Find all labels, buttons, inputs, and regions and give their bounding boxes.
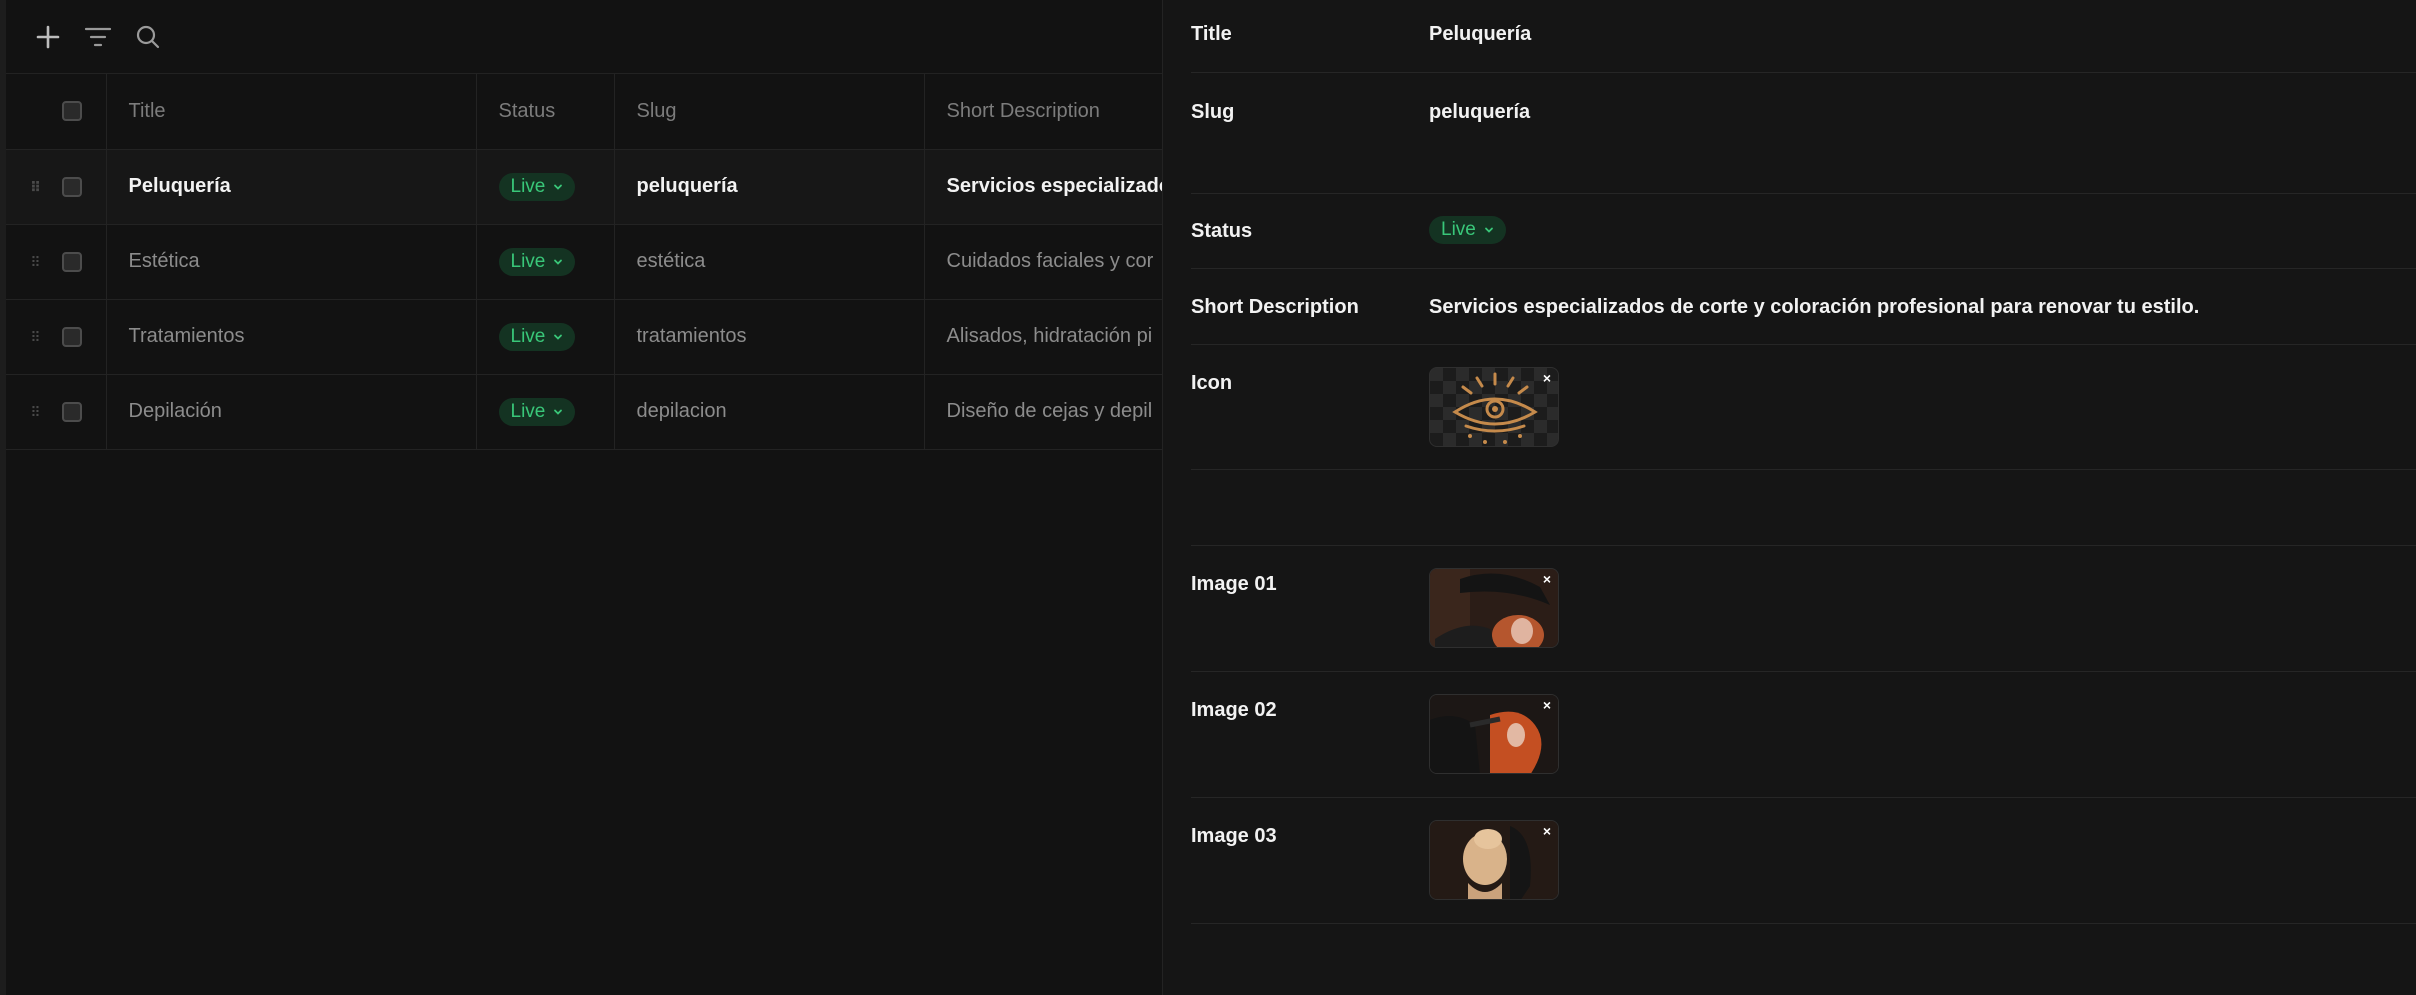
status-badge-label: Live [1441,219,1476,240]
list-toolbar [6,0,1162,73]
icon-label: Icon [1191,372,1233,394]
field-divider [1191,268,2416,269]
status-badge-label: Live [510,250,546,272]
search-icon [136,25,160,48]
row-controls: ⠿ [6,299,107,375]
table-row[interactable]: ⠿ Tratamientos Live tratamientos Alisado… [6,299,1162,375]
field-divider [1191,923,2416,924]
row-controls: ⠿ [6,224,107,300]
filter-icon [84,27,112,46]
status-badge[interactable]: Live [498,247,576,276]
cell-slug: peluquería [614,149,925,225]
field-divider [1191,193,2416,194]
close-icon[interactable]: × [1540,371,1554,385]
select-all-cell [6,74,107,150]
field-divider [1191,671,2416,672]
status-badge-label: Live [510,175,546,197]
cell-slug: depilacion [614,374,925,450]
item-detail-pane: Title Peluquería Slug peluquería Status … [1162,0,2416,995]
icon-thumbnail[interactable]: × [1429,367,1559,447]
drag-handle-icon[interactable]: ⠿ [24,255,46,269]
short-description-label: Short Description [1191,296,1359,318]
column-header-status[interactable]: Status [476,74,615,150]
row-controls: ⠿ [6,149,107,225]
column-header-short-description[interactable]: Short Description [924,74,1162,150]
image-01-label: Image 01 [1191,573,1277,595]
collection-table: Title Status Slug Short Description ⠿ Pe… [6,74,1162,450]
row-checkbox[interactable] [62,251,82,272]
filter-button[interactable] [80,19,116,55]
status-label: Status [1191,220,1253,242]
cell-status: Live [476,374,615,450]
title-label: Title [1191,23,1232,45]
field-divider [1191,344,2416,345]
status-badge[interactable]: Live [498,322,576,351]
cell-status: Live [476,149,615,225]
image-03-label: Image 03 [1191,825,1277,847]
cell-short-description: Alisados, hidratación pi [924,299,1162,375]
image-01-thumbnail[interactable]: × [1429,568,1559,648]
row-checkbox[interactable] [62,326,82,347]
chevron-down-icon [554,334,563,340]
table-row[interactable]: ⠿ Peluquería Live peluquería Servicios e… [6,149,1162,225]
cell-status: Live [476,224,615,300]
row-checkbox[interactable] [62,176,82,197]
status-badge[interactable]: Live [498,172,576,201]
cell-title: Depilación [106,374,477,450]
add-button[interactable] [30,19,66,55]
chevron-down-icon [554,184,563,190]
cell-short-description: Servicios especializado [924,149,1162,225]
image-02-label: Image 02 [1191,699,1277,721]
plus-icon [36,25,60,48]
status-badge[interactable]: Live [1429,216,1506,244]
search-button[interactable] [130,19,166,55]
column-header-title[interactable]: Title [106,74,477,150]
image-03-thumbnail[interactable]: × [1429,820,1559,900]
short-description-value[interactable]: Servicios especializados de corte y colo… [1429,296,2199,319]
cell-short-description: Diseño de cejas y depil [924,374,1162,450]
slug-label: Slug [1191,101,1235,123]
drag-handle-icon[interactable]: ⠿ [24,180,46,194]
field-divider [1191,72,2416,73]
row-controls: ⠿ [6,374,107,450]
row-checkbox[interactable] [62,401,82,422]
cell-slug: tratamientos [614,299,925,375]
drag-handle-icon[interactable]: ⠿ [24,405,46,419]
status-field: Live [1429,216,1506,244]
table-row[interactable]: ⠿ Depilación Live depilacion Diseño de c… [6,374,1162,450]
chevron-down-icon [554,409,563,415]
cell-slug: estética [614,224,925,300]
collection-list-pane: Title Status Slug Short Description ⠿ Pe… [0,0,1162,995]
status-badge-label: Live [510,400,546,422]
select-all-checkbox[interactable] [62,101,82,122]
cell-title: Estética [106,224,477,300]
close-icon[interactable]: × [1540,698,1554,712]
field-divider [1191,469,2416,470]
field-divider [1191,545,2416,546]
cell-title: Tratamientos [106,299,477,375]
slug-value[interactable]: peluquería [1429,101,1530,124]
column-header-slug[interactable]: Slug [614,74,925,150]
chevron-down-icon [554,259,563,265]
close-icon[interactable]: × [1540,572,1554,586]
cell-title: Peluquería [106,149,477,225]
status-badge[interactable]: Live [498,397,576,426]
close-icon[interactable]: × [1540,824,1554,838]
status-badge-label: Live [510,325,546,347]
chevron-down-icon [1484,227,1493,233]
cell-short-description: Cuidados faciales y cor [924,224,1162,300]
image-02-thumbnail[interactable]: × [1429,694,1559,774]
drag-handle-icon[interactable]: ⠿ [24,330,46,344]
cell-status: Live [476,299,615,375]
field-divider [1191,797,2416,798]
table-header-row: Title Status Slug Short Description [6,74,1162,150]
title-value[interactable]: Peluquería [1429,23,1531,46]
table-row[interactable]: ⠿ Estética Live estética Cuidados facial… [6,224,1162,300]
